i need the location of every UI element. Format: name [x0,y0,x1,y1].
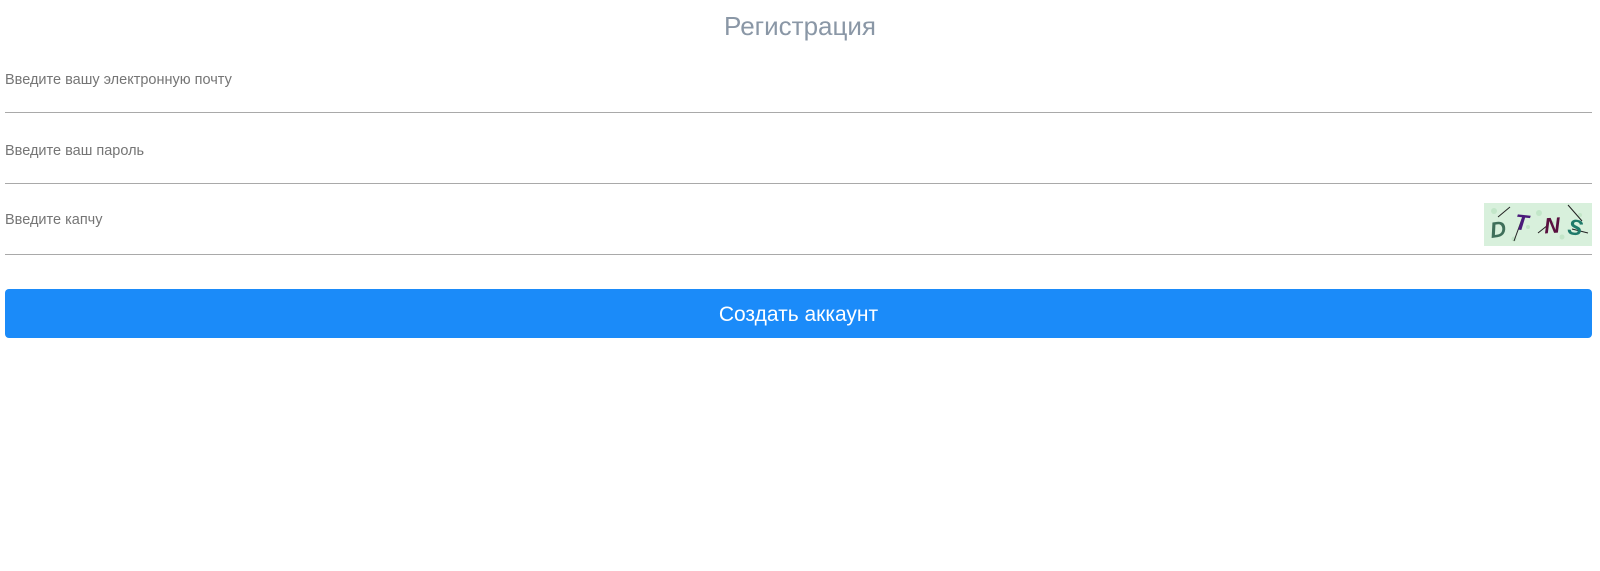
captcha-char-3: N [1543,212,1562,238]
captcha-svg: D T N S [1484,203,1592,246]
password-input[interactable] [5,142,1592,183]
create-account-button[interactable]: Создать аккаунт [5,289,1592,338]
captcha-input[interactable] [5,211,1475,254]
email-field[interactable]: Введите вашу электронную почту [5,71,1592,113]
registration-page: Регистрация Введите вашу электронную поч… [0,0,1600,571]
email-input[interactable] [5,71,1592,112]
captcha-field[interactable]: Введите капчу D T N S [5,203,1592,255]
password-field[interactable]: Введите ваш пароль [5,142,1592,184]
captcha-image: D T N S [1484,203,1592,246]
page-title: Регистрация [724,11,876,41]
